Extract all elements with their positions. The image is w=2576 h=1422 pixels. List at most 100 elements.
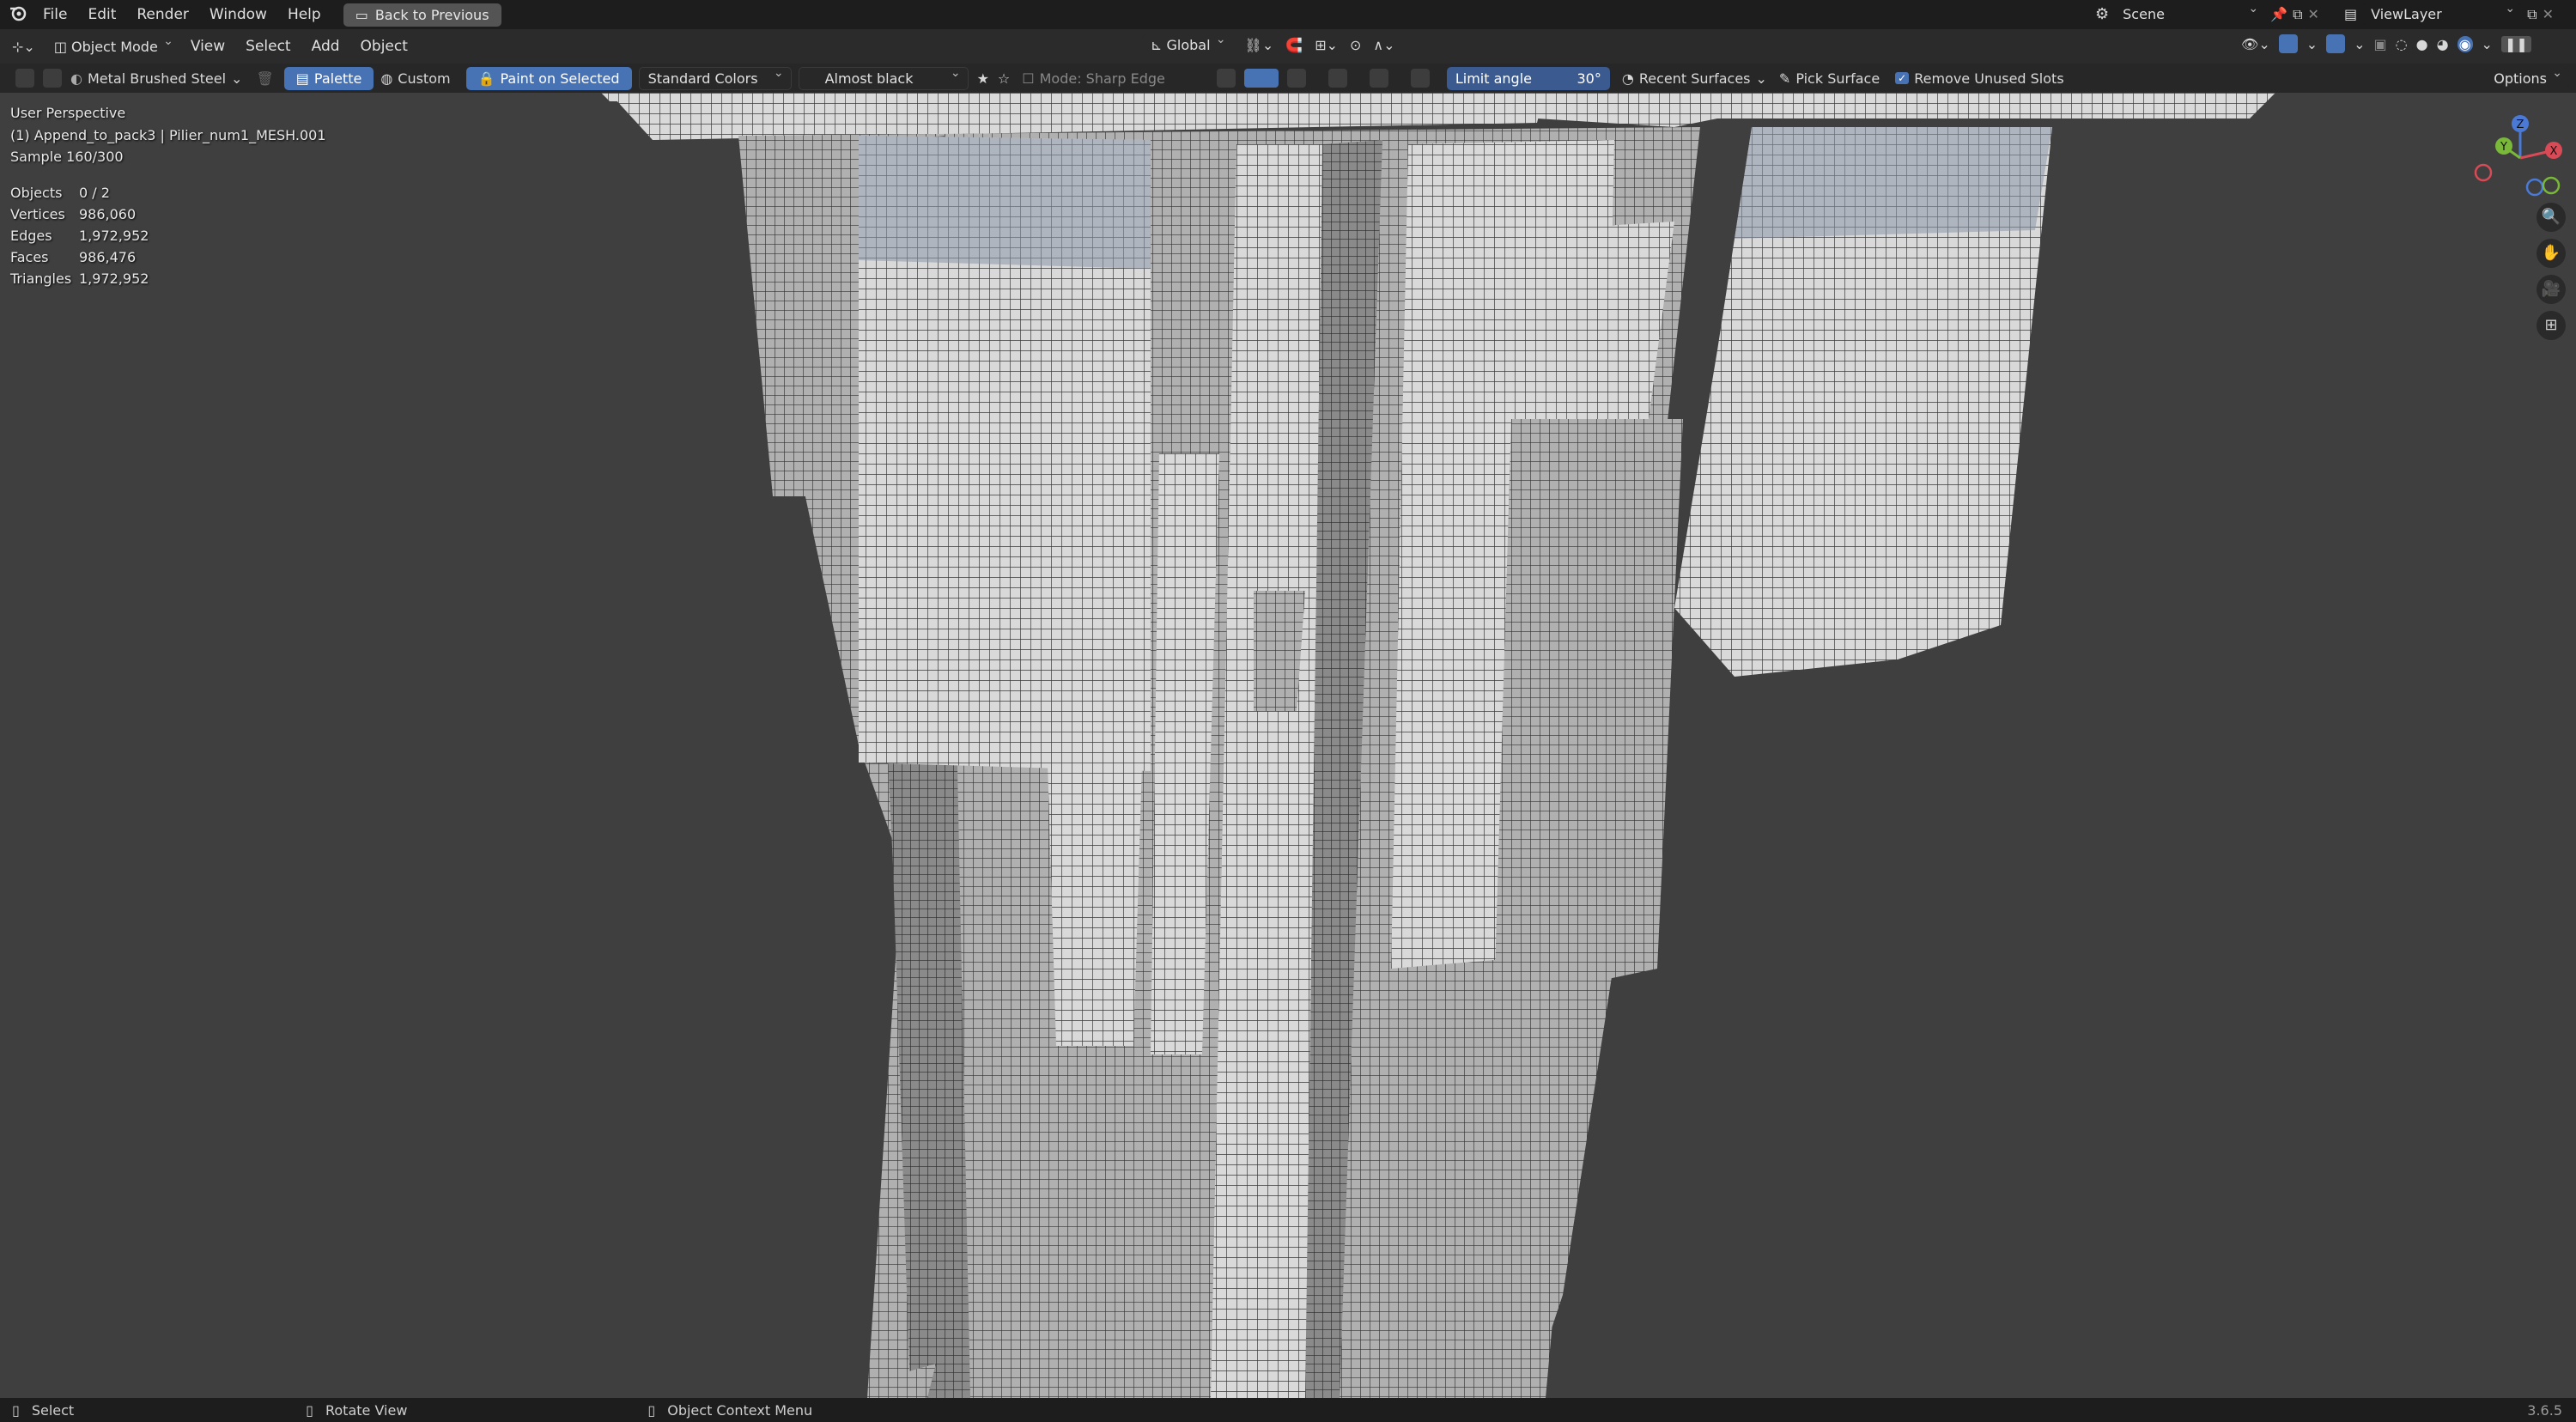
color-set-selector[interactable]: Standard Colors [638, 66, 792, 90]
mode-label: Object Mode [71, 38, 158, 55]
pick-surface-button[interactable]: ✎ Pick Surface [1779, 70, 1880, 87]
recent-surfaces-selector[interactable]: ◔ Recent Surfaces ⌄ [1622, 70, 1767, 87]
remove-unused-slots-label: Remove Unused Slots [1914, 70, 2064, 87]
custom-label: Custom [398, 70, 451, 87]
snap-target-icon[interactable]: ⊞⌄ [1315, 37, 1338, 53]
paint-on-selected-toggle[interactable]: 🔒 Paint on Selected [465, 66, 632, 90]
menu-select[interactable]: Select [235, 32, 301, 61]
material-sphere-icon: ◐ [70, 70, 82, 87]
pillar-mesh[interactable] [0, 93, 2576, 1398]
eyedropper-icon: ✎ [1778, 70, 1791, 87]
xray-icon[interactable]: ▣ [2374, 36, 2387, 52]
shading-dropdown-icon[interactable]: ⌄ [2482, 36, 2493, 52]
gizmo-y-label: Y [2500, 141, 2507, 154]
recent-surfaces-label: Recent Surfaces [1638, 70, 1751, 87]
orientation-icon: ⊾ [1151, 37, 1167, 53]
menu-add[interactable]: Add [301, 32, 350, 61]
stat-value: 986,476 [79, 249, 137, 265]
chevron-down-icon: ⌄ [231, 70, 243, 87]
chevron-down-icon: ⌄ [1755, 70, 1767, 87]
pause-icon[interactable]: ❚❚ [2500, 35, 2531, 52]
menu-render[interactable]: Render [126, 0, 199, 29]
menu-file[interactable]: File [33, 0, 77, 29]
blender-logo-icon[interactable] [9, 3, 27, 26]
status-rotate: Rotate View [325, 1401, 408, 1419]
stat-label: Objects [10, 185, 63, 201]
gizmo-toggle-icon[interactable] [2278, 34, 2298, 53]
mode-selector[interactable]: ◫ Object Mode [45, 34, 180, 58]
rendered-shading-icon[interactable]: ◉ [2457, 35, 2473, 52]
select-mode-3-icon[interactable] [1286, 69, 1306, 88]
select-mode-5-icon[interactable] [1369, 69, 1388, 88]
select-mode-4-icon[interactable] [1327, 69, 1347, 88]
camera-icon[interactable]: 🎥 [2537, 275, 2566, 304]
solid-shading-icon[interactable]: ● [2416, 36, 2428, 52]
gizmo-dropdown-icon[interactable]: ⌄ [2306, 36, 2318, 52]
object-mode-icon: ◫ [53, 38, 72, 55]
remove-unused-slots-checkbox[interactable]: ✓ Remove Unused Slots [1895, 70, 2064, 87]
proportional-edit-icon[interactable]: ⊙ [1350, 37, 1361, 53]
scene-icon[interactable]: ⚙ [2095, 5, 2109, 23]
paint-on-selected-label: Paint on Selected [500, 70, 620, 87]
viewport-header: ⊹⌄ ◫ Object Mode View Select Add Object … [0, 29, 2576, 64]
status-context: Object Context Menu [667, 1401, 813, 1419]
scene-statistics: Objects 0 / 2 Vertices 986,060 Edges 1,972,… [10, 182, 149, 289]
menu-object[interactable]: Object [350, 32, 418, 61]
color-set-label: Standard Colors [647, 70, 758, 87]
pick-surface-label: Pick Surface [1795, 70, 1880, 87]
trash-icon[interactable]: 🗑 [256, 70, 273, 87]
view-layer-icon[interactable]: ▤ [2344, 6, 2357, 22]
options-dropdown[interactable]: Options [2485, 66, 2569, 89]
back-to-previous-button[interactable]: ▭ Back to Previous [343, 3, 501, 27]
material-shading-icon[interactable]: ◕ [2437, 36, 2449, 52]
overlays-dropdown-icon[interactable]: ⌄ [2354, 36, 2365, 52]
palette-toggle[interactable]: ▤ Palette [283, 66, 374, 90]
transform-orientation-selector[interactable]: ⊾ Global [1142, 33, 1233, 56]
visibility-icon[interactable]: 👁⌄ [2241, 36, 2270, 52]
stat-row: Objects 0 / 2 [10, 182, 149, 204]
pin-icon[interactable]: 📌 [2270, 6, 2287, 22]
gizmo-z-label: Z [2517, 118, 2524, 131]
object-info-label: (1) Append_to_pack3 | Pilier_num1_MESH.0… [10, 127, 326, 143]
pan-hand-icon[interactable]: ✋ [2537, 239, 2566, 268]
grid-view-icon[interactable]: ⊞ [2537, 311, 2566, 340]
new-view-layer-icon[interactable]: ⧉ [2527, 6, 2537, 23]
star-outline-icon[interactable]: ☆ [998, 70, 1010, 87]
pivot-point-icon[interactable]: ⛓⌄ [1245, 37, 1274, 53]
brush-tool-icon[interactable] [15, 69, 34, 88]
custom-toggle[interactable]: ◍ Custom [380, 70, 450, 87]
select-mode-1-icon[interactable] [1216, 69, 1236, 88]
brush-alt-icon[interactable] [43, 69, 62, 88]
status-bar: ▯ Select ▯ Rotate View ▯ Object Context … [0, 1398, 2576, 1422]
sharp-edge-mode-toggle[interactable]: ☐ Mode: Sharp Edge [1022, 70, 1165, 87]
limit-angle-field[interactable]: Limit angle 30° [1446, 66, 1610, 90]
snap-icon[interactable]: 🧲 [1285, 37, 1303, 53]
menu-edit[interactable]: Edit [77, 0, 126, 29]
stat-row: Faces 986,476 [10, 246, 149, 268]
close-scene-icon[interactable]: ✕ [2308, 6, 2319, 22]
select-mode-6-icon[interactable] [1410, 69, 1430, 88]
view-layer-selector[interactable]: ViewLayer [2362, 2, 2523, 25]
scene-label: Scene [2123, 6, 2165, 22]
star-filled-icon[interactable]: ★ [977, 70, 989, 87]
surfaces-icon: ◔ [1621, 70, 1634, 87]
falloff-icon[interactable]: ∧⌄ [1373, 37, 1394, 53]
scene-selector[interactable]: Scene [2114, 2, 2266, 25]
mouse-middle-icon: ▯ [306, 1401, 313, 1419]
material-selector[interactable]: ◐ Metal Brushed Steel ⌄ [70, 70, 242, 87]
close-view-layer-icon[interactable]: ✕ [2543, 6, 2554, 22]
menu-help[interactable]: Help [277, 0, 331, 29]
menu-view[interactable]: View [180, 32, 235, 61]
top-menu-bar: File Edit Render Window Help ▭ Back to P… [0, 0, 2576, 29]
palette-icon: ▤ [295, 70, 309, 87]
color-selector[interactable]: Almost black [798, 66, 969, 90]
zoom-icon[interactable]: 🔍 [2537, 203, 2566, 232]
new-scene-icon[interactable]: ⧉ [2293, 6, 2302, 23]
navigation-gizmo[interactable]: Z X Y [2473, 108, 2567, 203]
overlays-toggle-icon[interactable] [2326, 34, 2346, 53]
3d-viewport[interactable]: User Perspective (1) Append_to_pack3 | P… [0, 93, 2576, 1398]
editor-type-icon[interactable]: ⊹⌄ [12, 39, 35, 55]
menu-window[interactable]: Window [199, 0, 277, 29]
select-mode-2-icon[interactable] [1243, 69, 1279, 88]
wireframe-shading-icon[interactable]: ◌ [2396, 36, 2408, 52]
